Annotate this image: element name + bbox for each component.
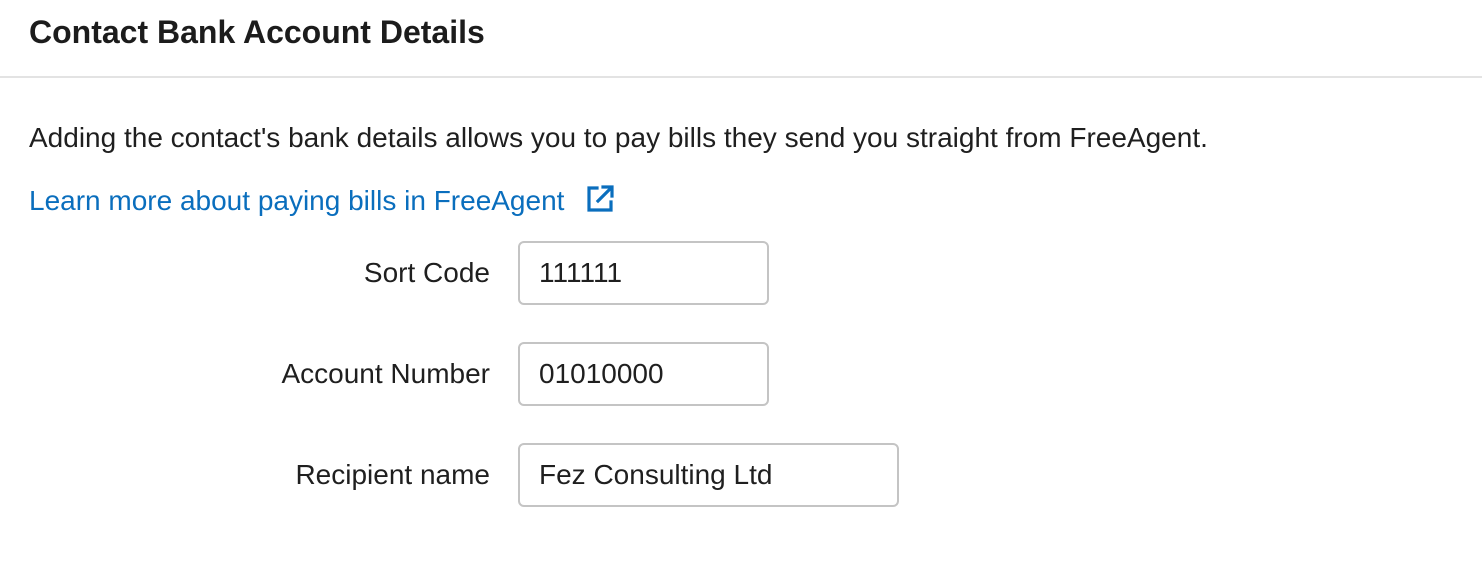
learn-more-label: Learn more about paying bills in FreeAge…: [29, 185, 565, 216]
sort-code-input[interactable]: [518, 241, 769, 305]
sort-code-label: Sort Code: [363, 257, 490, 288]
account-number-input[interactable]: [518, 342, 769, 406]
recipient-name-label: Recipient name: [295, 459, 490, 490]
account-number-label: Account Number: [281, 358, 490, 389]
external-link-icon: [584, 183, 616, 215]
panel-header: Contact Bank Account Details: [0, 0, 1482, 78]
recipient-name-input[interactable]: [518, 443, 899, 507]
sort-code-row: Sort Code: [0, 241, 769, 305]
learn-more-link[interactable]: Learn more about paying bills in FreeAge…: [29, 182, 616, 220]
bank-details-panel: Contact Bank Account Details Adding the …: [0, 0, 1482, 574]
recipient-name-row: Recipient name: [0, 443, 899, 507]
panel-title: Contact Bank Account Details: [29, 14, 485, 50]
account-number-row: Account Number: [0, 342, 769, 406]
intro-text: Adding the contact's bank details allows…: [29, 122, 1208, 153]
